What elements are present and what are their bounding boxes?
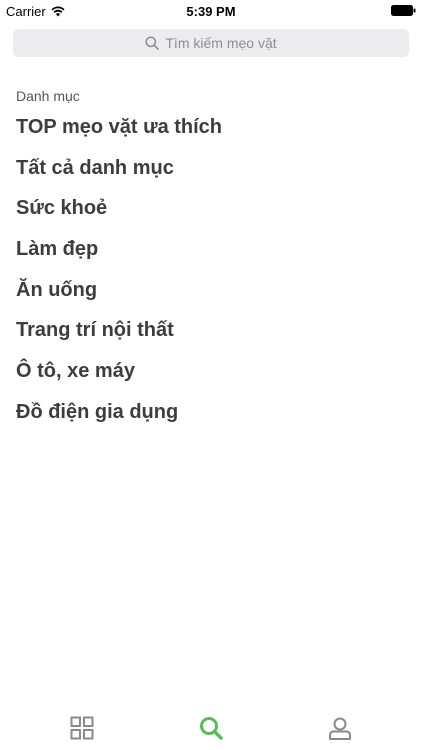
section-header: Danh mục [16,88,80,104]
status-time: 5:39 PM [186,4,236,19]
category-item-interior[interactable]: Trang trí nội thất [16,312,222,353]
search-placeholder: Tìm kiếm mẹo vặt [165,35,277,51]
search-icon [199,717,223,740]
tab-categories[interactable] [52,706,112,750]
battery-icon [391,5,416,16]
category-item-health[interactable]: Sức khoẻ [16,190,222,231]
category-item-food[interactable]: Ăn uống [16,272,222,313]
category-item-vehicles[interactable]: Ô tô, xe máy [16,353,222,394]
search-icon [145,36,160,50]
tab-bar [0,706,422,750]
category-list: TOP mẹo vặt ưa thích Tất cả danh mục Sức… [16,109,222,435]
user-icon [328,717,351,740]
category-item-top[interactable]: TOP mẹo vặt ưa thích [16,109,222,150]
category-item-all[interactable]: Tất cả danh mục [16,150,222,191]
grid-icon [70,716,94,740]
category-item-beauty[interactable]: Làm đẹp [16,231,222,272]
app-screen: Carrier 5:39 PM Tìm kiếm mẹo vặt Danh mụ… [0,0,422,750]
status-bar: Carrier 5:39 PM [0,0,422,22]
search-input[interactable]: Tìm kiếm mẹo vặt [13,29,409,57]
tab-profile[interactable] [310,706,370,750]
category-item-appliances[interactable]: Đồ điện gia dụng [16,394,222,435]
tab-search[interactable] [181,706,241,750]
